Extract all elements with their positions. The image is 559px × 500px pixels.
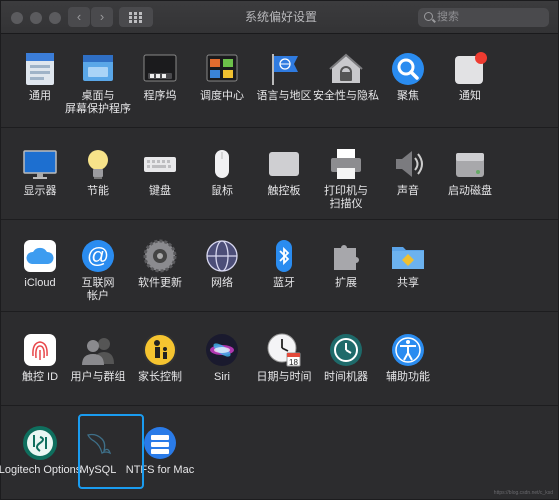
puzzle-icon bbox=[328, 238, 364, 274]
ntfs-drive-icon bbox=[142, 425, 178, 461]
keyboard-icon bbox=[142, 146, 178, 182]
printer-icon bbox=[328, 146, 364, 182]
gear-icon bbox=[142, 238, 178, 274]
cloud-icon bbox=[22, 238, 58, 274]
flag-icon bbox=[266, 51, 302, 87]
search-placeholder: 搜索 bbox=[437, 11, 459, 23]
mouse-icon bbox=[204, 146, 240, 182]
trackpad-icon bbox=[266, 146, 302, 182]
pref-pane-启动磁盘[interactable]: 启动磁盘 bbox=[428, 146, 512, 198]
fingerprint-icon bbox=[22, 332, 58, 368]
svg-text:@: @ bbox=[87, 243, 109, 268]
zoom-button[interactable] bbox=[49, 12, 61, 24]
pref-pane-辅助功能[interactable]: 辅助功能 bbox=[366, 332, 450, 384]
search-icon bbox=[424, 12, 433, 21]
file-doc-icon bbox=[22, 51, 58, 87]
titlebar: ‹ › 系统偏好设置 搜索 bbox=[1, 1, 558, 34]
pref-pane-通知[interactable]: 通知 bbox=[428, 51, 512, 103]
pref-pane-label: 启动磁盘 bbox=[448, 185, 492, 197]
time-machine-icon bbox=[328, 332, 364, 368]
desktop-icon bbox=[80, 51, 116, 87]
globe-icon bbox=[204, 238, 240, 274]
mission-control-icon bbox=[204, 51, 240, 87]
display-icon bbox=[22, 146, 58, 182]
logitech-icon bbox=[22, 425, 58, 461]
house-lock-icon bbox=[328, 51, 364, 87]
disk-icon bbox=[452, 146, 488, 182]
watermark: https://blog.csdn.net/c_ksd bbox=[493, 490, 553, 496]
lightbulb-icon bbox=[80, 146, 116, 182]
speaker-icon bbox=[390, 146, 426, 182]
search-field[interactable]: 搜索 bbox=[418, 8, 549, 27]
selection-highlight bbox=[78, 414, 144, 489]
show-all-grid-button[interactable] bbox=[119, 7, 153, 27]
spotlight-icon bbox=[390, 51, 426, 87]
bluetooth-icon bbox=[266, 238, 302, 274]
pref-pane-label: 通知 bbox=[459, 90, 481, 102]
notification-icon bbox=[452, 51, 488, 87]
minimize-button[interactable] bbox=[30, 12, 42, 24]
pref-pane-label: 辅助功能 bbox=[386, 371, 430, 383]
clock-calendar-icon: 18 bbox=[266, 332, 302, 368]
siri-icon bbox=[204, 332, 240, 368]
at-icon: @ bbox=[80, 238, 116, 274]
parental-icon bbox=[142, 332, 178, 368]
back-button[interactable]: ‹ bbox=[68, 7, 90, 27]
pref-pane-label: 共享 bbox=[397, 277, 419, 289]
close-button[interactable] bbox=[11, 12, 23, 24]
accessibility-icon bbox=[390, 332, 426, 368]
dock-icon bbox=[142, 51, 178, 87]
svg-text:18: 18 bbox=[289, 358, 298, 367]
preferences-window: ‹ › 系统偏好设置 搜索 通用 桌面与 屏幕保护程序 程序坞 调度中心 语言与地区 安全性… bbox=[0, 0, 559, 500]
pref-pane-共享[interactable]: 共享 bbox=[366, 238, 450, 290]
window-title: 系统偏好设置 bbox=[244, 10, 317, 24]
users-icon bbox=[80, 332, 116, 368]
folder-share-icon bbox=[390, 238, 426, 274]
forward-button[interactable]: › bbox=[91, 7, 113, 27]
